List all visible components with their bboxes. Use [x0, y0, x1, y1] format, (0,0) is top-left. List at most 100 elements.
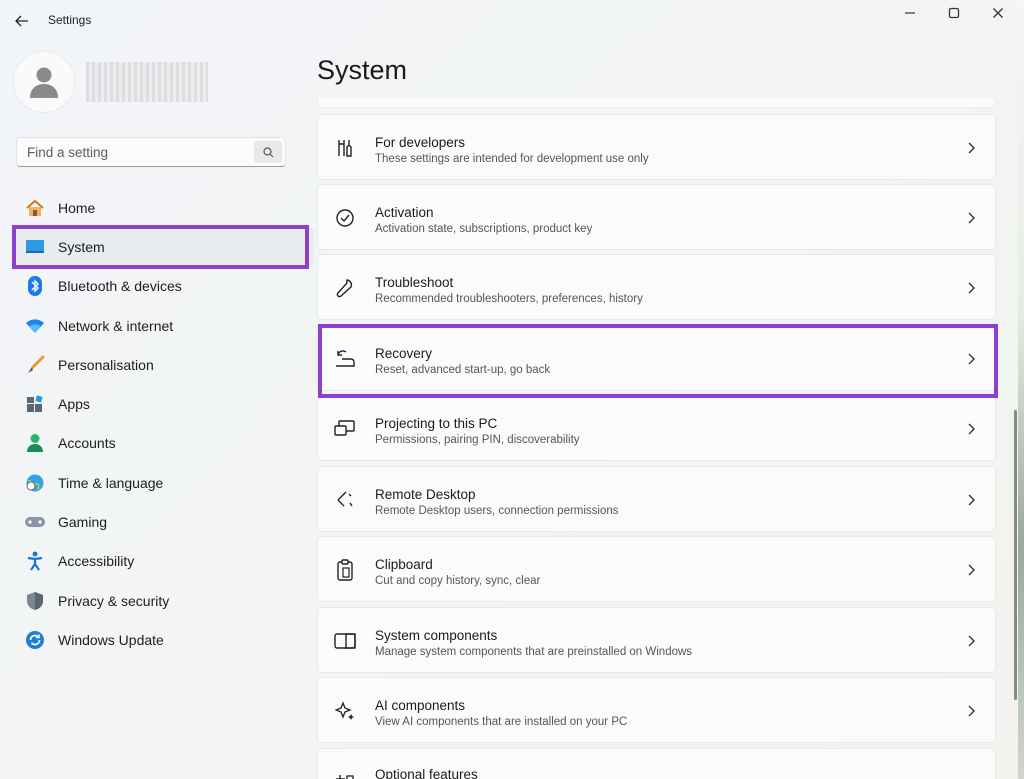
sidebar-item-gaming[interactable]: Gaming — [14, 502, 314, 541]
card-activation[interactable]: Activation Activation state, subscriptio… — [317, 184, 996, 250]
card-title: For developers — [375, 135, 466, 150]
card-subtitle: View AI components that are installed on… — [375, 716, 628, 728]
sidebar-item-label: Accessibility — [58, 553, 135, 570]
maximize-button[interactable] — [932, 4, 976, 22]
search-button[interactable] — [254, 141, 282, 163]
chevron-right-icon — [965, 140, 977, 156]
remote-desktop-icon — [332, 487, 358, 513]
card-subtitle: Cut and copy history, sync, clear — [375, 575, 541, 587]
settings-window: Settings Home System — [0, 0, 1024, 779]
card-system-components[interactable]: System components Manage system componen… — [317, 607, 996, 673]
card-title: AI components — [375, 698, 466, 713]
card-title: Recovery — [375, 346, 433, 361]
card-subtitle: Permissions, pairing PIN, discoverabilit… — [375, 434, 580, 446]
wifi-icon — [24, 315, 46, 337]
desktop-edge — [1018, 0, 1024, 779]
card-remote-desktop[interactable]: Remote Desktop Remote Desktop users, con… — [317, 466, 996, 532]
search-icon — [262, 146, 273, 157]
close-icon — [993, 8, 1003, 18]
card-ai-components[interactable]: AI components View AI components that ar… — [317, 677, 996, 743]
card-title: Remote Desktop — [375, 487, 476, 502]
components-icon — [332, 628, 358, 654]
card-subtitle: Activation state, subscriptions, product… — [375, 223, 593, 235]
user-profile[interactable] — [14, 52, 314, 112]
card-subtitle: Reset, advanced start-up, go back — [375, 364, 551, 376]
apps-icon — [24, 393, 46, 415]
search-input[interactable] — [17, 138, 245, 166]
gamepad-icon — [24, 511, 46, 533]
chevron-right-icon — [965, 421, 977, 437]
ai-sparkle-icon — [332, 698, 358, 724]
sidebar-item-home[interactable]: Home — [14, 188, 314, 227]
sidebar-item-accounts[interactable]: Accounts — [14, 424, 314, 463]
card-subtitle: Recommended troubleshooters, preferences… — [375, 293, 643, 305]
sidebar-item-label: Personalisation — [58, 356, 154, 373]
page-title: System — [317, 55, 408, 85]
sidebar-item-label: Accounts — [58, 435, 116, 452]
clipboard-icon — [332, 557, 358, 583]
brush-icon — [24, 354, 46, 376]
bluetooth-icon — [24, 275, 46, 297]
card-title: Optional features — [375, 767, 478, 779]
sidebar-item-windows-update[interactable]: Windows Update — [14, 620, 314, 659]
card-subtitle: Manage system components that are preins… — [375, 646, 693, 658]
maximize-icon — [948, 7, 960, 19]
chevron-right-icon — [965, 210, 977, 226]
monitor-icon — [24, 236, 46, 258]
sidebar-item-bluetooth[interactable]: Bluetooth & devices — [14, 267, 314, 306]
card-title: Troubleshoot — [375, 275, 454, 290]
card-clipboard[interactable]: Clipboard Cut and copy history, sync, cl… — [317, 536, 996, 602]
chevron-right-icon — [965, 633, 977, 649]
globe-clock-icon — [24, 472, 46, 494]
app-title: Settings — [48, 13, 92, 27]
update-icon — [24, 629, 46, 651]
card-subtitle: These settings are intended for developm… — [375, 153, 649, 165]
chevron-right-icon — [965, 562, 977, 578]
card-projecting[interactable]: Projecting to this PC Permissions, pairi… — [317, 395, 996, 461]
sidebar-nav: Home System Bluetooth & devices Network … — [14, 188, 314, 660]
close-button[interactable] — [976, 4, 1020, 22]
sidebar-item-label: Bluetooth & devices — [58, 278, 182, 295]
sidebar-item-label: Privacy & security — [58, 592, 170, 609]
back-button[interactable] — [10, 10, 34, 32]
card-recovery[interactable]: Recovery Reset, advanced start-up, go ba… — [317, 325, 996, 391]
chevron-right-icon — [965, 492, 977, 508]
card-optional-features[interactable]: Optional features — [317, 748, 996, 779]
card-troubleshoot[interactable]: Troubleshoot Recommended troubleshooters… — [317, 254, 996, 320]
sidebar-item-apps[interactable]: Apps — [14, 384, 314, 423]
title-bar: Settings — [0, 0, 1024, 42]
back-arrow-icon — [15, 15, 28, 27]
sidebar-item-label: Apps — [58, 396, 90, 413]
developer-tools-icon — [332, 135, 358, 161]
card-title: Activation — [375, 205, 434, 220]
search-box[interactable] — [16, 137, 286, 167]
sidebar-item-label: Time & language — [58, 474, 164, 491]
minimize-icon — [905, 12, 915, 14]
sidebar-item-personalisation[interactable]: Personalisation — [14, 345, 314, 384]
previous-card-edge — [317, 98, 996, 108]
minimize-button[interactable] — [888, 4, 932, 22]
card-title: System components — [375, 628, 498, 643]
add-features-icon — [332, 767, 358, 779]
sidebar-item-network[interactable]: Network & internet — [14, 306, 314, 345]
home-icon — [24, 197, 46, 219]
person-icon — [30, 67, 58, 98]
sidebar-item-accessibility[interactable]: Accessibility — [14, 542, 314, 581]
sidebar-item-system[interactable]: System — [14, 227, 314, 267]
redacted-user-name — [86, 62, 208, 102]
sidebar-item-label: Network & internet — [58, 317, 174, 334]
sidebar-item-privacy[interactable]: Privacy & security — [14, 581, 314, 620]
recovery-icon — [332, 346, 358, 372]
sidebar-item-label: Home — [58, 199, 96, 216]
content-scrollbar[interactable] — [1014, 410, 1017, 700]
wrench-icon — [332, 275, 358, 301]
avatar[interactable] — [14, 52, 74, 112]
card-title: Projecting to this PC — [375, 416, 498, 431]
check-circle-icon — [332, 205, 358, 231]
chevron-right-icon — [965, 703, 977, 719]
projector-icon — [332, 416, 358, 442]
card-for-developers[interactable]: For developers These settings are intend… — [317, 114, 996, 180]
shield-icon — [24, 590, 46, 612]
card-title: Clipboard — [375, 557, 433, 572]
sidebar-item-time-language[interactable]: Time & language — [14, 463, 314, 502]
